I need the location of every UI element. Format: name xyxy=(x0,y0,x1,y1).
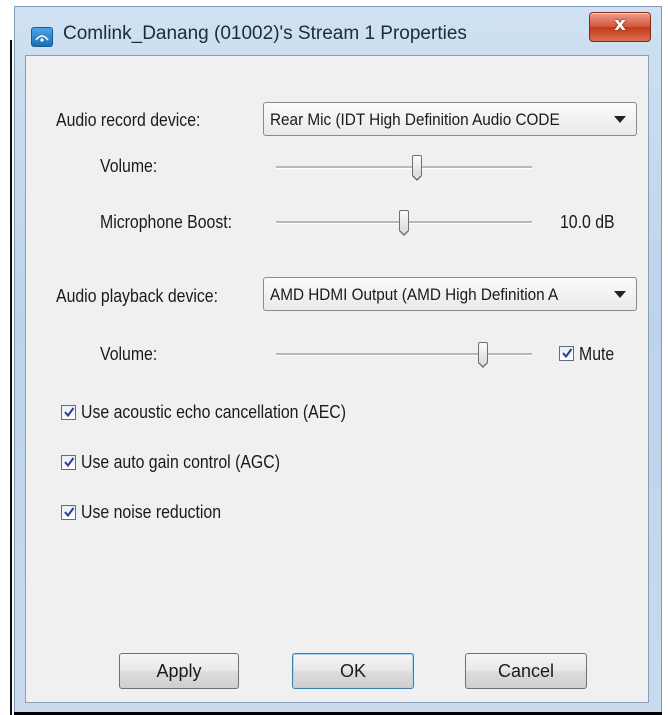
dialog-client-area: Audio record device: Rear Mic (IDT High … xyxy=(25,55,649,703)
close-icon: x xyxy=(614,14,626,35)
chevron-down-icon xyxy=(614,291,626,298)
playback-volume-label: Volume: xyxy=(100,344,158,364)
mic-boost-slider-thumb[interactable] xyxy=(399,210,409,236)
aec-label: Use acoustic echo cancellation (AEC) xyxy=(81,402,347,422)
mic-boost-value: 10.0 dB xyxy=(560,212,615,232)
cancel-button[interactable]: Cancel xyxy=(465,653,587,689)
agc-label: Use auto gain control (AGC) xyxy=(81,452,280,472)
properties-dialog: Comlink_Danang (01002)'s Stream 1 Proper… xyxy=(14,6,662,715)
window-title: Comlink_Danang (01002)'s Stream 1 Proper… xyxy=(63,23,467,44)
record-device-label: Audio record device: xyxy=(56,110,201,130)
record-device-dropdown[interactable]: Rear Mic (IDT High Definition Audio CODE xyxy=(263,102,637,136)
ok-button[interactable]: OK xyxy=(292,653,414,689)
close-button[interactable]: x xyxy=(589,12,651,42)
playback-device-dropdown[interactable]: AMD HDMI Output (AMD High Definition A xyxy=(263,277,637,311)
checkmark-icon xyxy=(562,348,573,359)
noise-reduction-checkbox[interactable] xyxy=(61,505,76,520)
record-volume-track[interactable] xyxy=(276,166,532,169)
record-volume-slider-thumb[interactable] xyxy=(411,155,422,181)
playback-volume-slider-thumb[interactable] xyxy=(478,342,489,368)
mute-label: Mute xyxy=(579,344,615,364)
checkmark-icon xyxy=(64,407,75,418)
stream-icon xyxy=(31,27,53,47)
record-volume-label: Volume: xyxy=(100,156,158,176)
checkmark-icon xyxy=(64,507,75,518)
apply-button[interactable]: Apply xyxy=(119,653,239,689)
record-device-value: Rear Mic (IDT High Definition Audio CODE xyxy=(270,110,560,129)
playback-device-label: Audio playback device: xyxy=(56,286,219,306)
playback-volume-track[interactable] xyxy=(276,353,532,356)
agc-checkbox[interactable] xyxy=(61,455,76,470)
chevron-down-icon xyxy=(614,116,626,123)
mic-boost-label: Microphone Boost: xyxy=(100,212,233,232)
playback-device-value: AMD HDMI Output (AMD High Definition A xyxy=(270,285,559,304)
aec-checkbox[interactable] xyxy=(61,405,76,420)
title-bar[interactable]: Comlink_Danang (01002)'s Stream 1 Proper… xyxy=(15,7,661,55)
mute-checkbox[interactable] xyxy=(559,346,574,361)
checkmark-icon xyxy=(64,457,75,468)
noise-reduction-label: Use noise reduction xyxy=(81,502,222,522)
left-border-line xyxy=(10,40,12,715)
